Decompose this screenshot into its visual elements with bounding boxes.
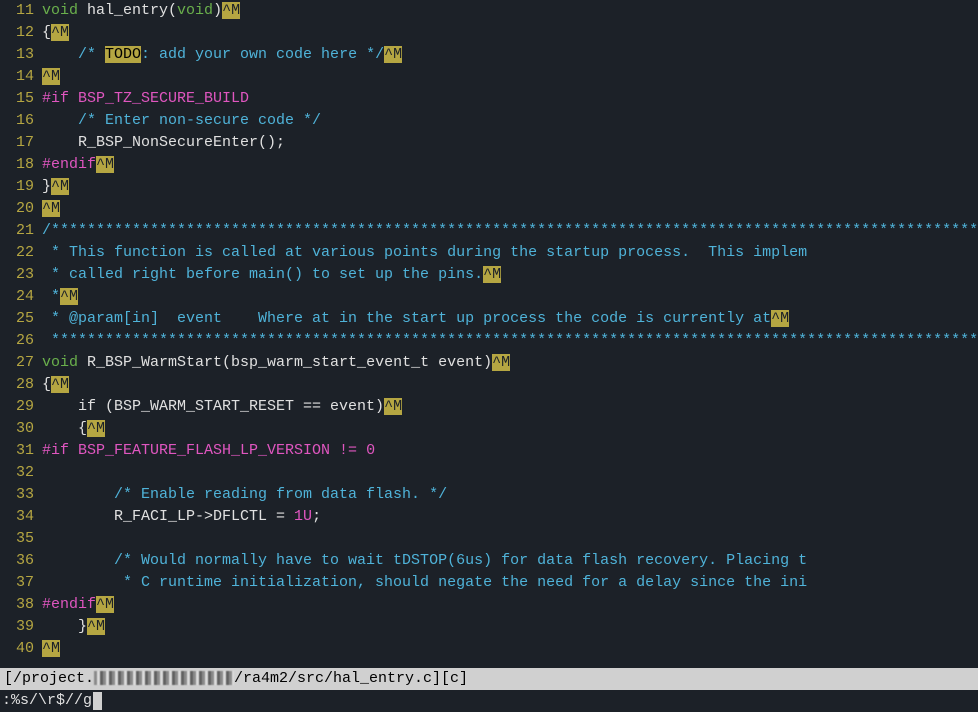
code-content: /* Enter non-secure code */ [42, 110, 978, 132]
code-line: 19 }^M [0, 176, 978, 198]
code-line: 12 {^M [0, 22, 978, 44]
code-line: 39 }^M [0, 616, 978, 638]
command-text: :%s/\r$//g [2, 690, 92, 712]
line-number: 29 [0, 396, 42, 418]
code-content: ^M [42, 66, 978, 88]
line-number: 30 [0, 418, 42, 440]
redacted-segment [94, 671, 234, 685]
code-line: 29 if (BSP_WARM_START_RESET == event)^M [0, 396, 978, 418]
line-number: 36 [0, 550, 42, 572]
code-line: 25 * @param[in] event Where at in the st… [0, 308, 978, 330]
line-number: 31 [0, 440, 42, 462]
line-number: 38 [0, 594, 42, 616]
code-line: 28 {^M [0, 374, 978, 396]
line-number: 21 [0, 220, 42, 242]
code-line: 34 R_FACI_LP->DFLCTL = 1U; [0, 506, 978, 528]
line-number: 25 [0, 308, 42, 330]
code-line: 32 [0, 462, 978, 484]
code-line: 13 /* TODO: add your own code here */^M [0, 44, 978, 66]
line-number: 33 [0, 484, 42, 506]
code-content [42, 462, 978, 484]
code-line: 37 * C runtime initialization, should ne… [0, 572, 978, 594]
line-number: 37 [0, 572, 42, 594]
code-content: void hal_entry(void)^M [42, 0, 978, 22]
code-content: #endif^M [42, 154, 978, 176]
code-line: 22 * This function is called at various … [0, 242, 978, 264]
code-content: ^M [42, 638, 978, 660]
line-number: 11 [0, 0, 42, 22]
code-line: 15 #if BSP_TZ_SECURE_BUILD [0, 88, 978, 110]
code-content: ****************************************… [42, 330, 978, 352]
code-line: 33 /* Enable reading from data flash. */ [0, 484, 978, 506]
status-bar: [/project. /ra4m2/src/hal_entry.c][c] [0, 668, 978, 690]
code-content: ^M [42, 198, 978, 220]
code-content: {^M [42, 22, 978, 44]
line-number: 35 [0, 528, 42, 550]
code-line: 17 R_BSP_NonSecureEnter(); [0, 132, 978, 154]
line-number: 28 [0, 374, 42, 396]
line-number: 39 [0, 616, 42, 638]
line-number: 23 [0, 264, 42, 286]
code-content: /* TODO: add your own code here */^M [42, 44, 978, 66]
code-content [42, 528, 978, 550]
code-content: }^M [42, 616, 978, 638]
code-content: * C runtime initialization, should negat… [42, 572, 978, 594]
code-line: 35 [0, 528, 978, 550]
code-line: 20 ^M [0, 198, 978, 220]
code-line: 14 ^M [0, 66, 978, 88]
code-line: 18 #endif^M [0, 154, 978, 176]
status-path-pre: [/project. [4, 670, 94, 687]
line-number: 14 [0, 66, 42, 88]
line-number: 26 [0, 330, 42, 352]
code-content: void R_BSP_WarmStart(bsp_warm_start_even… [42, 352, 978, 374]
code-content: {^M [42, 418, 978, 440]
code-content: * @param[in] event Where at in the start… [42, 308, 978, 330]
line-number: 19 [0, 176, 42, 198]
command-line[interactable]: :%s/\r$//g [0, 690, 978, 712]
code-line: 27 void R_BSP_WarmStart(bsp_warm_start_e… [0, 352, 978, 374]
line-number: 12 [0, 22, 42, 44]
code-line: 21 /************************************… [0, 220, 978, 242]
line-number: 40 [0, 638, 42, 660]
code-content: }^M [42, 176, 978, 198]
code-content: /***************************************… [42, 220, 978, 242]
line-number: 34 [0, 506, 42, 528]
line-number: 20 [0, 198, 42, 220]
line-number: 17 [0, 132, 42, 154]
line-number: 16 [0, 110, 42, 132]
code-line: 11 void hal_entry(void)^M [0, 0, 978, 22]
code-content: R_BSP_NonSecureEnter(); [42, 132, 978, 154]
code-line: 38 #endif^M [0, 594, 978, 616]
code-line: 40 ^M [0, 638, 978, 660]
code-line: 26 *************************************… [0, 330, 978, 352]
code-line: 23 * called right before main() to set u… [0, 264, 978, 286]
code-content: * This function is called at various poi… [42, 242, 978, 264]
code-line: 30 {^M [0, 418, 978, 440]
status-path-post: /ra4m2/src/hal_entry.c][c] [234, 670, 468, 687]
vim-editor: 11 void hal_entry(void)^M 12 {^M 13 /* T… [0, 0, 978, 712]
code-line: 24 *^M [0, 286, 978, 308]
line-number: 13 [0, 44, 42, 66]
code-content: *^M [42, 286, 978, 308]
line-number: 32 [0, 462, 42, 484]
code-area[interactable]: 11 void hal_entry(void)^M 12 {^M 13 /* T… [0, 0, 978, 668]
code-content: #if BSP_TZ_SECURE_BUILD [42, 88, 978, 110]
line-number: 15 [0, 88, 42, 110]
code-content: * called right before main() to set up t… [42, 264, 978, 286]
code-content: /* Enable reading from data flash. */ [42, 484, 978, 506]
line-number: 22 [0, 242, 42, 264]
code-content: /* Would normally have to wait tDSTOP(6u… [42, 550, 978, 572]
code-content: R_FACI_LP->DFLCTL = 1U; [42, 506, 978, 528]
code-content: #if BSP_FEATURE_FLASH_LP_VERSION != 0 [42, 440, 978, 462]
code-content: {^M [42, 374, 978, 396]
line-number: 24 [0, 286, 42, 308]
code-line: 16 /* Enter non-secure code */ [0, 110, 978, 132]
code-line: 31 #if BSP_FEATURE_FLASH_LP_VERSION != 0 [0, 440, 978, 462]
cursor-icon [93, 692, 102, 710]
code-line: 36 /* Would normally have to wait tDSTOP… [0, 550, 978, 572]
code-content: #endif^M [42, 594, 978, 616]
code-content: if (BSP_WARM_START_RESET == event)^M [42, 396, 978, 418]
line-number: 27 [0, 352, 42, 374]
line-number: 18 [0, 154, 42, 176]
